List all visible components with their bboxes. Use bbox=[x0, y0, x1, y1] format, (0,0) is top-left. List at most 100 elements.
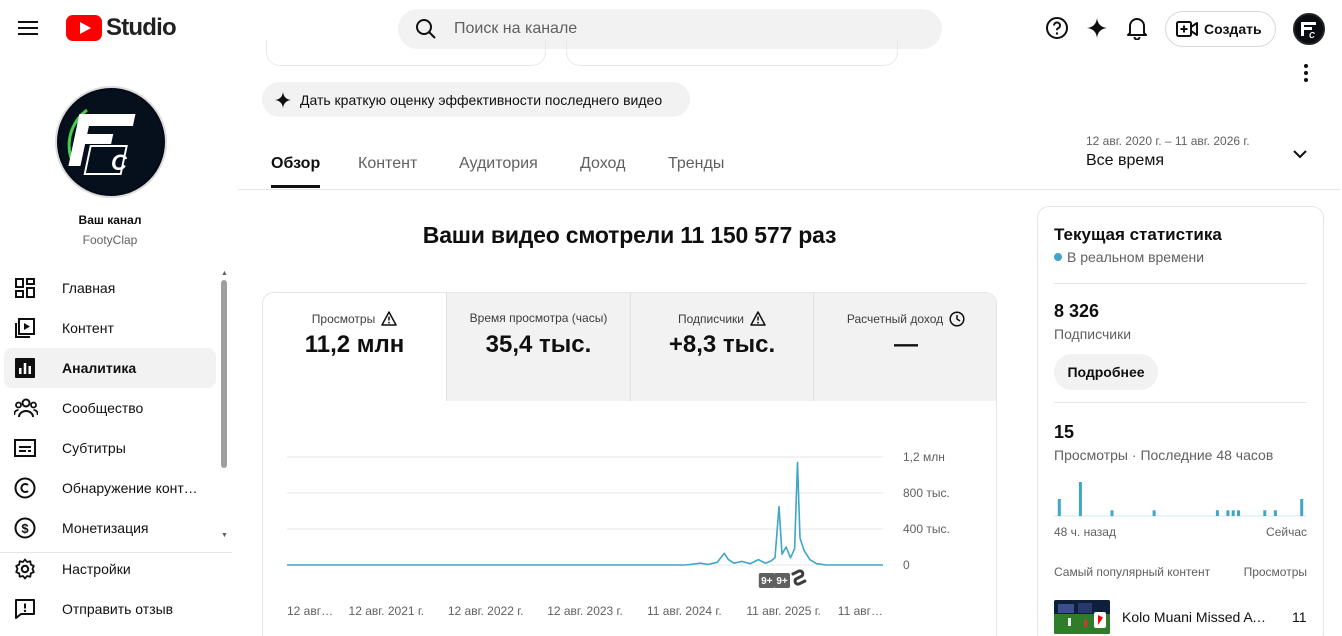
mini-bar bbox=[1152, 510, 1156, 516]
sidebar-item-label: Субтитры bbox=[62, 440, 126, 456]
create-button[interactable]: Создать bbox=[1165, 11, 1276, 47]
sidebar-item-copyright[interactable]: Обнаружение контен… bbox=[4, 468, 216, 508]
warning-icon bbox=[750, 311, 766, 326]
mini-bar bbox=[1057, 499, 1061, 516]
shorts-icon bbox=[791, 569, 807, 586]
sidebar-item-label: Главная bbox=[62, 280, 116, 296]
sidebar-item-settings[interactable]: Настройки bbox=[4, 549, 216, 589]
metric-subscribers[interactable]: Подписчики +8,3 тыс. bbox=[630, 293, 813, 401]
mini-bar bbox=[1078, 482, 1082, 516]
sidebar: C Ваш канал FootyClap Главная Контент Ан… bbox=[0, 58, 232, 636]
mini-bar bbox=[1273, 510, 1277, 516]
notifications-bell-icon[interactable] bbox=[1123, 14, 1151, 42]
sidebar-item-label: Монетизация bbox=[62, 520, 149, 536]
sparkle-icon bbox=[274, 91, 292, 108]
metric-label: Подписчики bbox=[677, 311, 744, 326]
top-video-title[interactable]: Kolo Muani Missed A … bbox=[1122, 609, 1267, 625]
mini-bar bbox=[1110, 510, 1114, 516]
account-avatar[interactable]: C bbox=[1293, 13, 1325, 45]
y-tick-label: 400 тыс. bbox=[903, 522, 950, 536]
metric-watch-time[interactable]: Время просмотра (часы) 35,4 тыс. bbox=[446, 293, 630, 401]
svg-text:C: C bbox=[1309, 31, 1315, 40]
youtube-studio-logo[interactable]: Studio bbox=[66, 14, 177, 42]
x-tick-label: 11 авг… bbox=[838, 604, 883, 618]
sidebar-item-feedback[interactable]: Отправить отзыв bbox=[4, 589, 216, 629]
chip-partial-left bbox=[266, 40, 546, 66]
metric-value: — bbox=[894, 331, 918, 358]
sparkle-icon[interactable] bbox=[1083, 14, 1111, 42]
x-tick-label: 12 авг. 2021 г. bbox=[349, 604, 425, 618]
menu-icon[interactable] bbox=[10, 10, 46, 46]
realtime-live-label: В реальном времени bbox=[1067, 249, 1205, 265]
copyright-icon bbox=[4, 477, 48, 499]
top-content-views-label: Просмотры bbox=[1243, 565, 1307, 579]
realtime-mini-chart-svg bbox=[1054, 482, 1307, 517]
analytics-icon bbox=[4, 357, 48, 379]
x-tick-label: 12 авг. 2022 г. bbox=[448, 604, 524, 618]
sidebar-item-analytics[interactable]: Аналитика bbox=[4, 348, 216, 388]
logo-text: Studio bbox=[106, 14, 177, 41]
sidebar-item-dashboard[interactable]: Главная bbox=[4, 268, 216, 308]
date-range-selector[interactable]: 12 авг. 2020 г. – 11 авг. 2026 г. Все вр… bbox=[1086, 134, 1250, 170]
subscribers-count: 8 326 bbox=[1054, 301, 1100, 321]
metric-views[interactable]: Просмотры 11,2 млн bbox=[263, 293, 446, 401]
views-line bbox=[287, 461, 883, 566]
metric-value: 11,2 млн bbox=[304, 331, 405, 358]
svg-text:$: $ bbox=[21, 521, 29, 536]
views-48h-label: Просмотры · Последние 48 часов bbox=[1054, 447, 1274, 463]
sidebar-item-subtitles[interactable]: Субтитры bbox=[4, 428, 216, 468]
tab-content[interactable]: Контент bbox=[358, 155, 417, 185]
views-48h-count: 15 bbox=[1054, 422, 1075, 442]
tab-trends[interactable]: Тренды bbox=[668, 155, 724, 185]
mini-axis-end: Сейчас bbox=[1266, 525, 1307, 539]
warning-icon bbox=[381, 311, 397, 326]
top-video-views: 11 bbox=[1292, 609, 1307, 625]
tab-revenue[interactable]: Доход bbox=[580, 155, 625, 185]
tab-audience[interactable]: Аудитория bbox=[459, 155, 538, 185]
video-thumbnail[interactable] bbox=[1054, 600, 1110, 634]
suggestion-chip[interactable]: Дать краткую оценку эффективности послед… bbox=[262, 82, 690, 117]
scroll-up-arrow[interactable]: ▲ bbox=[221, 270, 228, 277]
tab-overview[interactable]: Обзор bbox=[271, 155, 321, 188]
realtime-mini-chart[interactable] bbox=[1054, 469, 1307, 517]
views-chart-svg: 1,2 млн 800 тыс. 400 тыс. 0 12 авг… 12 авг. 2… bbox=[287, 450, 950, 618]
sidebar-item-label: Сообщество bbox=[62, 400, 144, 416]
y-tick-label: 0 bbox=[903, 558, 910, 572]
search-input[interactable] bbox=[454, 20, 914, 38]
dashboard-icon bbox=[4, 277, 48, 299]
sidebar-item-content[interactable]: Контент bbox=[4, 308, 216, 348]
divider bbox=[1054, 283, 1307, 284]
mini-bar bbox=[1237, 510, 1240, 516]
channel-avatar[interactable]: C bbox=[55, 86, 167, 198]
svg-text:C: C bbox=[111, 150, 128, 175]
scroll-down-arrow[interactable]: ▼ bbox=[221, 532, 228, 539]
chevron-down-icon[interactable] bbox=[1288, 142, 1312, 166]
metric-label: Время просмотра (часы) bbox=[469, 311, 608, 325]
subtitles-icon bbox=[4, 438, 48, 458]
sidebar-item-monetization[interactable]: $ Монетизация bbox=[4, 508, 216, 548]
monetization-icon: $ bbox=[4, 517, 48, 539]
gear-icon bbox=[4, 558, 48, 580]
help-icon[interactable] bbox=[1043, 14, 1071, 42]
details-button[interactable]: Подробнее bbox=[1054, 354, 1158, 390]
community-icon bbox=[4, 397, 48, 419]
x-tick-label: 11 авг. 2024 г. bbox=[647, 604, 722, 618]
mini-bar bbox=[1215, 510, 1219, 516]
clock-icon bbox=[949, 311, 965, 327]
feedback-icon bbox=[4, 598, 48, 620]
metric-revenue[interactable]: Расчетный доход — bbox=[813, 293, 996, 401]
views-chart[interactable]: 1,2 млн 800 тыс. 400 тыс. 0 12 авг… 12 авг. 2… bbox=[286, 440, 966, 630]
realtime-title: Текущая статистика bbox=[1054, 225, 1222, 244]
sidebar-item-label: Аналитика bbox=[62, 360, 137, 376]
sidebar-item-community[interactable]: Сообщество bbox=[4, 388, 216, 428]
more-options-icon[interactable] bbox=[1296, 60, 1316, 86]
sidebar-item-label: Контент bbox=[62, 320, 114, 336]
sidebar-scrollbar[interactable] bbox=[221, 280, 227, 468]
date-range-dates: 12 авг. 2020 г. – 11 авг. 2026 г. bbox=[1086, 134, 1250, 148]
suggestion-chip-label: Дать краткую оценку эффективности послед… bbox=[300, 91, 663, 108]
marker-badge-label: 9+ bbox=[761, 576, 773, 587]
content-icon bbox=[4, 317, 48, 339]
mini-bar bbox=[1226, 510, 1230, 516]
channel-label: Ваш канал bbox=[78, 213, 142, 227]
x-tick-label: 12 авг… bbox=[287, 604, 333, 618]
